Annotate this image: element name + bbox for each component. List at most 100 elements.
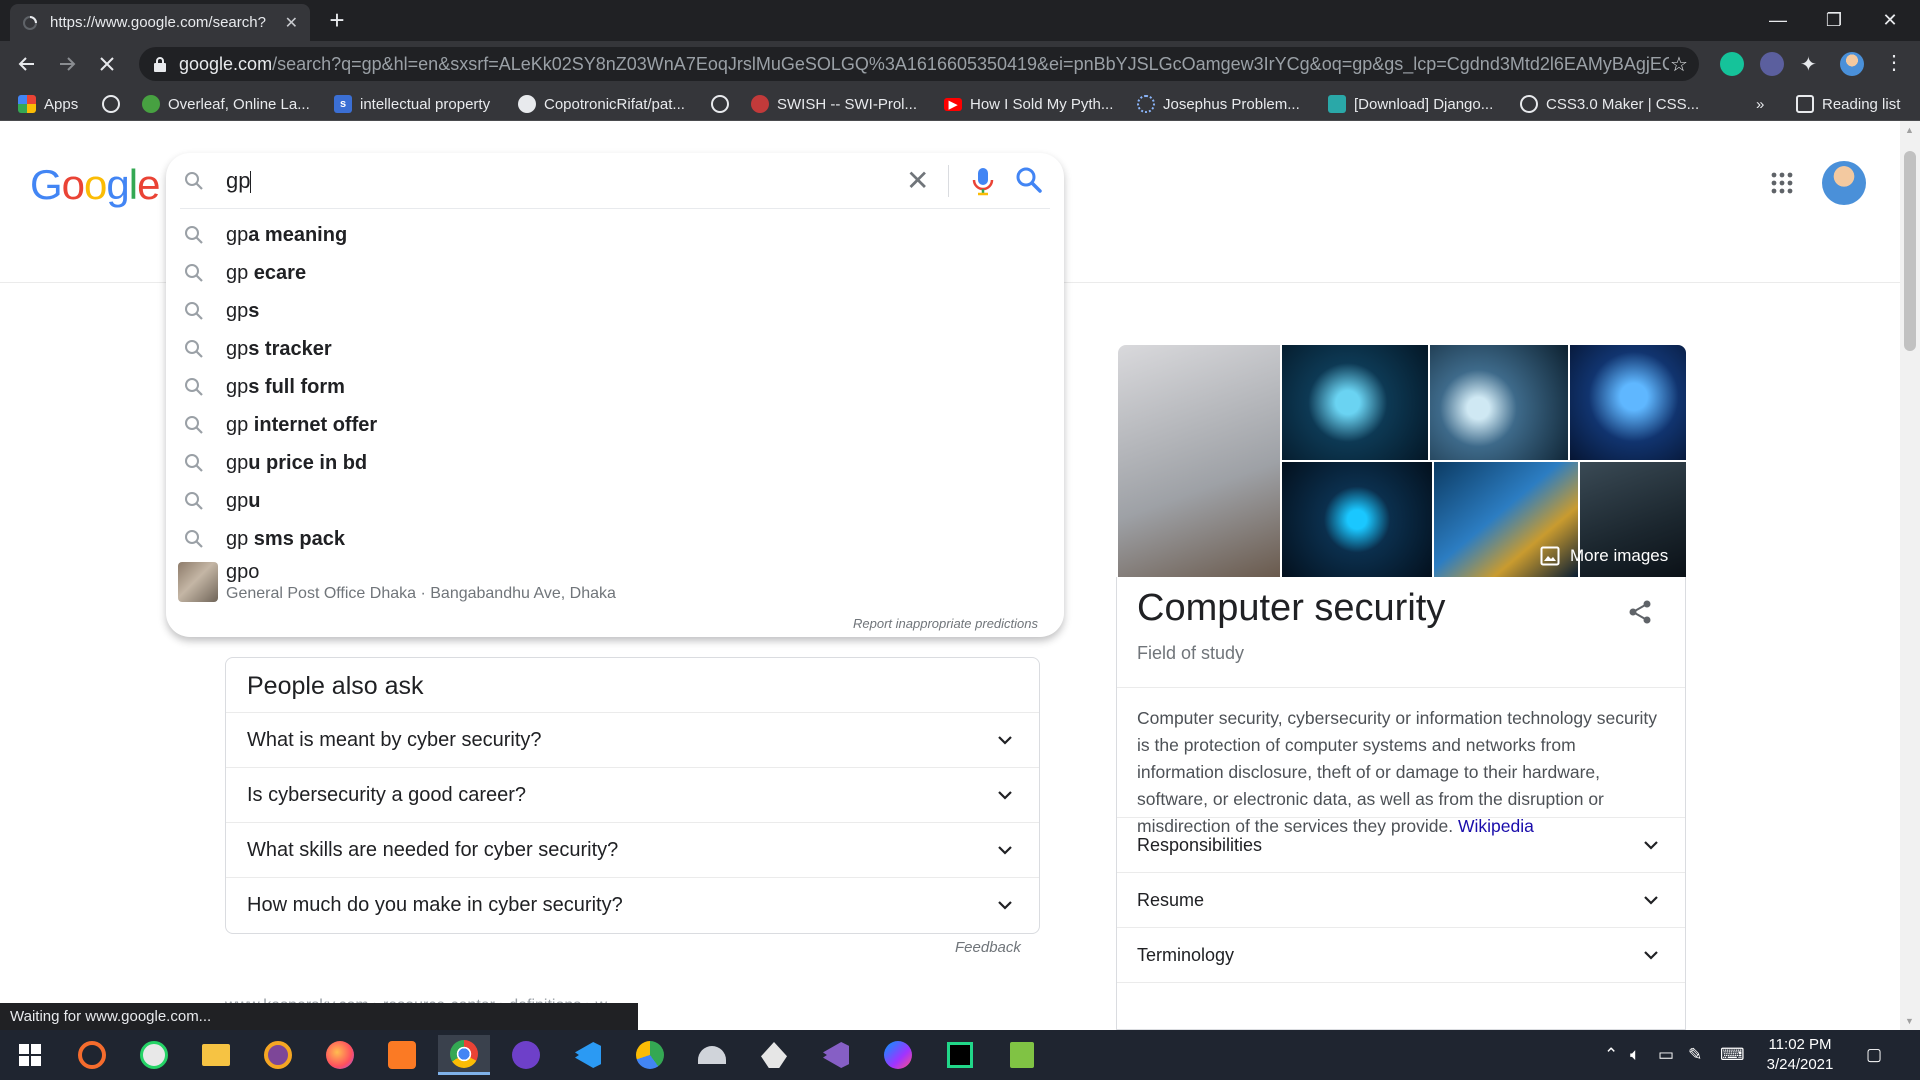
grammarly-extension-icon[interactable] xyxy=(1720,52,1744,76)
scrollbar-thumb[interactable] xyxy=(1904,151,1916,351)
browser-tab[interactable]: https://www.google.com/search? ✕ xyxy=(10,4,310,41)
taskbar-messenger[interactable] xyxy=(872,1035,924,1075)
volume-icon[interactable]: 🔈︎ xyxy=(1630,1045,1640,1065)
reading-list-button[interactable]: Reading list xyxy=(1796,94,1900,114)
more-images-label: More images xyxy=(1570,546,1669,565)
logo-letter: l xyxy=(128,161,138,208)
page-scrollbar[interactable]: ▲ ▼ xyxy=(1900,121,1920,1030)
suggestion-item[interactable]: gpu xyxy=(166,482,1064,520)
taskbar-parachute[interactable] xyxy=(686,1035,738,1075)
taskbar-origin[interactable] xyxy=(66,1035,118,1075)
stop-button[interactable] xyxy=(92,49,122,79)
tab-close-icon[interactable]: ✕ xyxy=(285,13,298,33)
bookmark-star-icon[interactable]: ☆ xyxy=(1670,52,1688,77)
suggestion-item[interactable]: gp ecare xyxy=(166,254,1064,292)
kp-section-responsibilities[interactable]: Responsibilities xyxy=(1117,817,1685,872)
start-button[interactable] xyxy=(4,1035,56,1075)
keyboard-icon[interactable]: ⌨ xyxy=(1720,1045,1745,1065)
suggestion-item[interactable]: gps full form xyxy=(166,368,1064,406)
bookmark-josephus[interactable]: Josephus Problem... xyxy=(1137,94,1300,114)
taskbar-github-desktop[interactable] xyxy=(500,1035,552,1075)
restore-button[interactable]: ❐ xyxy=(1806,0,1862,41)
bookmark-youtube[interactable]: ▶ How I Sold My Pyth... xyxy=(944,94,1113,114)
account-avatar[interactable] xyxy=(1822,161,1866,205)
minimize-button[interactable]: — xyxy=(1750,0,1806,41)
kp-image[interactable] xyxy=(1282,345,1428,460)
bookmark-github[interactable]: CopotronicRifat/pat... xyxy=(518,94,685,114)
suggestion-text: gpa meaning xyxy=(226,223,348,246)
kp-image[interactable] xyxy=(1430,345,1568,460)
suggestion-item[interactable]: gpa meaning xyxy=(166,216,1064,254)
bookmark-intellectual-property[interactable]: s intellectual property xyxy=(334,94,490,114)
taskbar-chrome[interactable] xyxy=(438,1035,490,1075)
taskbar-tor[interactable] xyxy=(252,1035,304,1075)
network-icon[interactable]: ▭ xyxy=(1658,1045,1674,1065)
more-images-button[interactable]: More images xyxy=(1540,541,1668,571)
bookmark-globe-2[interactable] xyxy=(711,94,737,114)
tray-overflow-chevron-icon[interactable]: ⌃ xyxy=(1604,1045,1618,1065)
suggestion-item[interactable]: gpu price in bd xyxy=(166,444,1064,482)
taskbar-file-explorer[interactable] xyxy=(190,1035,242,1075)
bookmark-label: Josephus Problem... xyxy=(1163,95,1300,113)
kp-section-resume[interactable]: Resume xyxy=(1117,872,1685,927)
puzzle-extensions-icon[interactable]: ✦ xyxy=(1800,52,1817,77)
system-clock[interactable]: 11:02 PM 3/24/2021 xyxy=(1760,1035,1840,1075)
bookmark-apps[interactable]: Apps xyxy=(18,94,78,114)
taskbar-vscode[interactable] xyxy=(562,1035,614,1075)
taskbar-inkscape[interactable] xyxy=(748,1035,800,1075)
bookmark-globe[interactable] xyxy=(102,94,128,114)
clear-search-button[interactable]: ✕ xyxy=(906,167,929,195)
suggestion-item[interactable]: gp sms pack xyxy=(166,520,1064,558)
google-apps-icon[interactable] xyxy=(1770,171,1794,195)
search-icon xyxy=(185,454,203,472)
place-suggestion-item[interactable]: gpo General Post Office Dhaka · Bangaban… xyxy=(166,558,1064,606)
taskbar-whatsapp[interactable] xyxy=(128,1035,180,1075)
suggestion-item[interactable]: gps tracker xyxy=(166,330,1064,368)
taskbar-visual-studio[interactable] xyxy=(810,1035,862,1075)
taskbar-notepad[interactable] xyxy=(996,1035,1048,1075)
feedback-link[interactable]: Feedback xyxy=(955,939,1021,956)
notifications-icon[interactable]: ▢ xyxy=(1866,1045,1882,1065)
scroll-up-arrow-icon[interactable]: ▲ xyxy=(1905,125,1914,135)
paa-question[interactable]: How much do you make in cyber security? xyxy=(226,877,1039,932)
bookmark-css3-maker[interactable]: CSS3.0 Maker | CSS... xyxy=(1520,94,1699,114)
extension-icon[interactable] xyxy=(1760,52,1784,76)
suggestion-item[interactable]: gps xyxy=(166,292,1064,330)
bookmark-overleaf[interactable]: Overleaf, Online La... xyxy=(142,94,310,114)
suggestion-item[interactable]: gp internet offer xyxy=(166,406,1064,444)
taskbar-pycharm[interactable] xyxy=(934,1035,986,1075)
profile-avatar[interactable] xyxy=(1840,52,1864,76)
forward-button[interactable] xyxy=(52,49,82,79)
bookmarks-overflow[interactable]: » xyxy=(1756,94,1764,114)
whatsapp-icon xyxy=(140,1041,168,1069)
reading-list-label: Reading list xyxy=(1822,95,1901,113)
paa-question[interactable]: Is cybersecurity a good career? xyxy=(226,767,1039,822)
loading-icon xyxy=(23,15,37,30)
microphone-icon[interactable] xyxy=(968,165,998,197)
kp-section-terminology[interactable]: Terminology xyxy=(1117,927,1685,982)
bookmark-django[interactable]: [Download] Django... xyxy=(1328,94,1493,114)
search-submit-icon[interactable] xyxy=(1014,165,1044,195)
new-tab-button[interactable]: + xyxy=(322,7,352,35)
bookmark-swish[interactable]: SWISH -- SWI-Prol... xyxy=(751,94,917,114)
paa-question[interactable]: What skills are needed for cyber securit… xyxy=(226,822,1039,877)
taskbar-xampp[interactable] xyxy=(376,1035,428,1075)
kp-image[interactable] xyxy=(1118,345,1280,577)
pen-icon[interactable]: ✎ xyxy=(1688,1045,1702,1065)
taskbar-firefox[interactable] xyxy=(314,1035,366,1075)
share-icon[interactable] xyxy=(1627,599,1653,625)
report-predictions-link[interactable]: Report inappropriate predictions xyxy=(853,616,1038,631)
window-close-button[interactable]: ✕ xyxy=(1862,0,1918,41)
paa-question[interactable]: What is meant by cyber security? xyxy=(226,712,1039,767)
kp-image[interactable] xyxy=(1282,462,1432,577)
address-bar[interactable]: google.com/search?q=gp&hl=en&sxsrf=ALeKk… xyxy=(139,47,1699,81)
menu-kebab-icon[interactable]: ⋮ xyxy=(1884,50,1904,75)
kp-image[interactable] xyxy=(1570,345,1686,460)
suggestion-text: gpu xyxy=(226,489,261,512)
back-button[interactable] xyxy=(12,49,42,79)
suggestion-text: gpu price in bd xyxy=(226,451,368,474)
taskbar-maps[interactable] xyxy=(624,1035,676,1075)
google-logo[interactable]: Google xyxy=(30,161,160,209)
chevron-down-icon xyxy=(1644,896,1658,905)
scroll-down-arrow-icon[interactable]: ▼ xyxy=(1905,1016,1914,1026)
